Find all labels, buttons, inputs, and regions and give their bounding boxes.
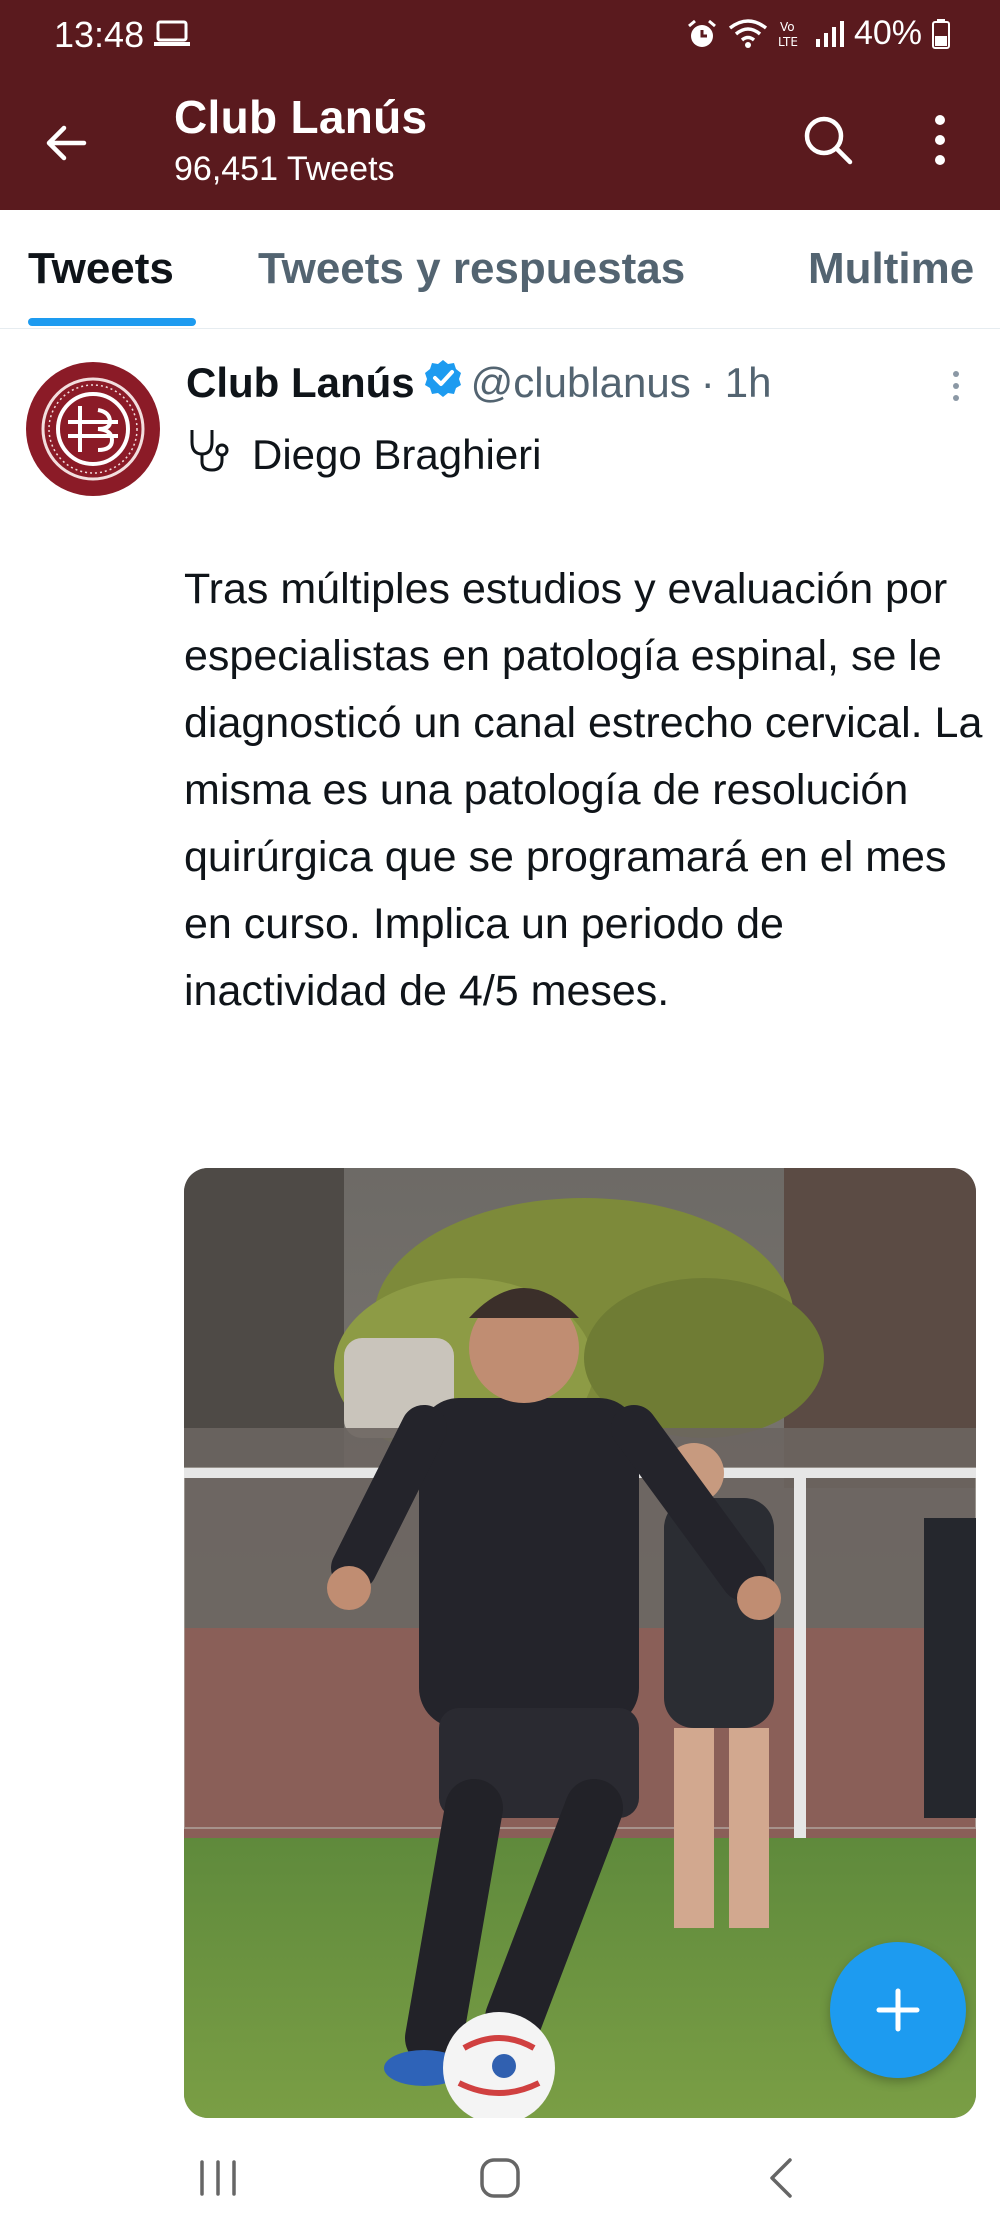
system-nav-bar [0,2118,1000,2232]
battery-icon [932,18,950,49]
svg-text:Vo: Vo [780,20,795,34]
verified-badge-icon [423,358,463,408]
tweet-first-line: Diego Braghieri [186,426,542,484]
profile-title: Club Lanús [174,91,428,143]
tweet-header: Club Lanús @clublanus · 1h [186,358,771,408]
plus-icon [873,1985,923,2040]
alarm-icon [686,18,718,50]
svg-text:LTE: LTE [778,35,798,49]
app-header: 13:48 Vo LTE 40% Club Lanús 96,451 Tweet… [0,0,1000,210]
tweet-body: Tras múltiples estudios y evaluación por… [184,565,983,1015]
tweet-more-icon[interactable] [946,368,966,408]
tweet-time[interactable]: 1h [725,359,772,407]
tab-tweets[interactable]: Tweets [28,244,174,294]
recent-apps-icon[interactable] [196,2158,240,2203]
tweet-handle[interactable]: @clublanus [471,359,691,407]
tweet-separator: · [700,359,715,406]
tweet-author-name[interactable]: Club Lanús [186,359,415,407]
laptop-icon [154,20,190,48]
compose-button[interactable] [830,1942,966,2078]
avatar[interactable] [26,362,160,496]
more-vertical-icon[interactable] [920,110,960,170]
status-icons: Vo LTE 40% [686,14,950,53]
tab-media[interactable]: Multime [808,244,974,294]
stethoscope-icon [186,426,234,484]
tweet-first-line-text: Diego Braghieri [252,431,542,478]
tab-tweets-replies[interactable]: Tweets y respuestas [258,244,685,294]
back-icon[interactable] [766,2156,796,2205]
battery-percent: 40% [853,14,922,52]
tweet-count: 96,451 Tweets [174,150,395,188]
search-icon[interactable] [800,112,856,168]
profile-tabs: Tweets Tweets y respuestas Multime [0,210,1000,329]
status-time: 13:48 [54,14,145,55]
status-bar: 13:48 Vo LTE 40% [0,0,1000,70]
signal-icon [814,19,844,49]
wifi-icon [728,18,768,50]
back-arrow-icon[interactable] [38,115,94,171]
volte-icon: Vo LTE [778,18,804,50]
home-icon[interactable] [478,2156,522,2205]
active-tab-indicator [28,318,196,326]
